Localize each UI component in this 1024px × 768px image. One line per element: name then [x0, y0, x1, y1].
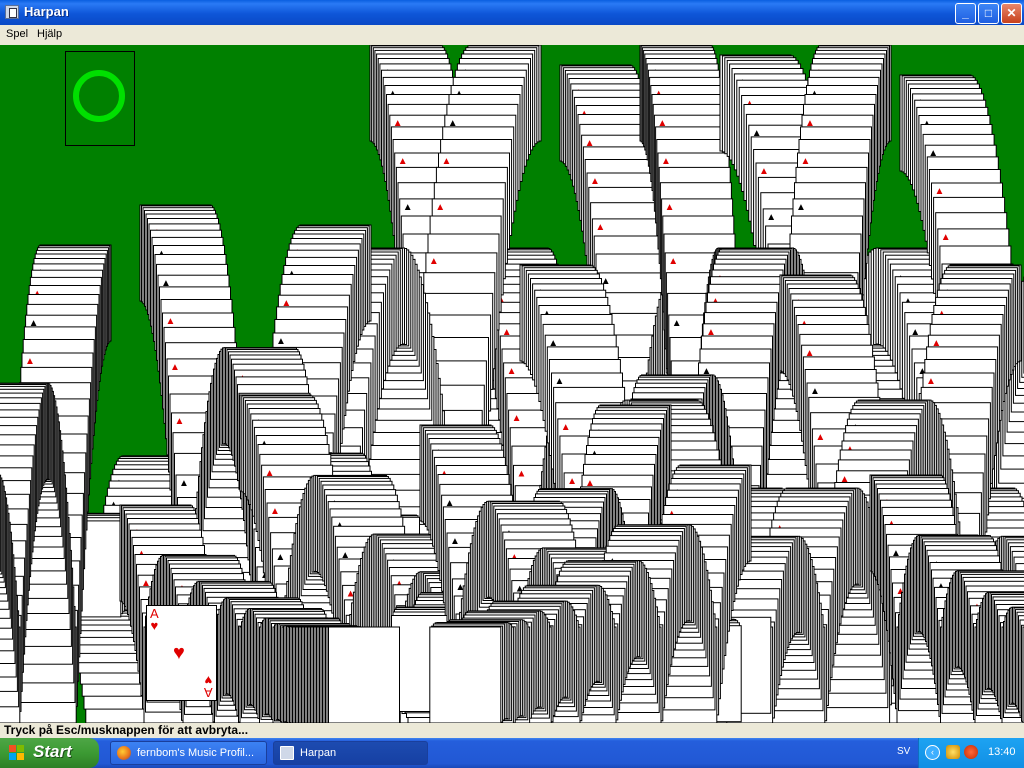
card-rank-bottom: A ♥: [204, 673, 213, 700]
svg-text:▲: ▲: [25, 356, 35, 367]
status-bar: Tryck på Esc/musknappen för att avbryta.…: [0, 723, 1024, 738]
svg-text:▲: ▲: [661, 156, 671, 167]
svg-text:▲: ▲: [665, 202, 675, 213]
firefox-icon: [117, 746, 131, 760]
taskbar-item-firefox[interactable]: fernbom's Music Profil...: [110, 741, 267, 765]
network-icon[interactable]: [946, 745, 960, 759]
security-icon[interactable]: [964, 745, 978, 759]
menu-hjalp[interactable]: Hjälp: [37, 28, 62, 40]
maximize-button[interactable]: □: [978, 3, 999, 24]
svg-text:▲: ▲: [398, 156, 408, 167]
menu-bar: Spel Hjälp: [0, 25, 1024, 45]
svg-text:▲: ▲: [759, 166, 769, 177]
heart-icon: ♥: [173, 642, 185, 664]
svg-text:▲: ▲: [512, 413, 522, 424]
minimize-button[interactable]: _: [955, 3, 976, 24]
taskbar-item-label: Harpan: [300, 747, 337, 759]
svg-text:▲: ▲: [796, 202, 806, 213]
svg-text:▲: ▲: [166, 316, 176, 327]
taskbar-item-label: fernbom's Music Profil...: [137, 747, 255, 759]
app-icon: [5, 5, 19, 19]
svg-text:▲: ▲: [507, 366, 517, 377]
svg-text:▲: ▲: [561, 422, 571, 433]
playing-card: A ♥ ♥ A ♥: [146, 605, 217, 701]
svg-text:▲: ▲: [567, 476, 577, 487]
system-tray: ‹ 13:40: [918, 738, 1024, 768]
close-button[interactable]: ✕: [1001, 3, 1022, 24]
stock-pile[interactable]: [65, 51, 135, 146]
svg-text:▲: ▲: [935, 186, 945, 197]
svg-text:▲: ▲: [450, 536, 460, 547]
window-titlebar[interactable]: Harpan _ □ ✕: [0, 0, 1024, 25]
svg-text:▲: ▲: [668, 256, 678, 267]
language-indicator[interactable]: SV: [897, 746, 910, 757]
windows-logo-icon: [9, 745, 25, 761]
svg-text:▲: ▲: [815, 432, 825, 443]
svg-text:▲: ▲: [926, 376, 936, 387]
game-area[interactable]: ▲ ▲ ▲ ▲ ▲ ▲ ▲ ▲ ▲ ▲ ▲ ▲ ▲ ▲ ▲ ▲ ▲ ▲ ▲ ▲ ▲ ▲ ▲ ▲ ▲ ▲ ▲ ▲ ▲ ▲ ▲ ▲ ▲ ▲ ▲ ▲ ▲ ▲ ▲ ▲…: [0, 45, 1024, 723]
taskbar: Start fernbom's Music Profil... Harpan S…: [0, 738, 1024, 768]
svg-text:▲: ▲: [175, 416, 185, 427]
svg-text:▲: ▲: [403, 202, 413, 213]
svg-text:▲: ▲: [276, 336, 286, 347]
svg-text:▲: ▲: [590, 176, 600, 187]
svg-text:▲: ▲: [442, 156, 452, 167]
svg-text:▲: ▲: [766, 212, 776, 223]
svg-text:▲: ▲: [270, 506, 280, 517]
clock: 13:40: [988, 746, 1016, 758]
start-button[interactable]: Start: [0, 738, 99, 768]
tray-expand-button[interactable]: ‹: [925, 745, 940, 760]
start-label: Start: [33, 742, 72, 761]
svg-text:▲: ▲: [801, 156, 811, 167]
card-rank-top: A ♥: [150, 606, 159, 633]
svg-text:▲: ▲: [555, 376, 565, 387]
svg-text:▲: ▲: [941, 232, 951, 243]
svg-text:▲: ▲: [275, 552, 285, 563]
svg-text:▲: ▲: [595, 222, 605, 233]
stock-empty-ring: [73, 70, 125, 122]
window-title: Harpan: [24, 4, 69, 19]
svg-text:▲: ▲: [810, 386, 820, 397]
harpan-icon: [280, 746, 294, 760]
menu-spel[interactable]: Spel: [6, 28, 28, 40]
svg-text:▲: ▲: [435, 202, 445, 213]
taskbar-item-harpan[interactable]: Harpan: [273, 741, 428, 765]
svg-text:▲: ▲: [179, 478, 189, 489]
svg-text:▲: ▲: [170, 362, 180, 373]
status-text: Tryck på Esc/musknappen för att avbryta.…: [4, 723, 249, 737]
svg-text:▲: ▲: [672, 318, 682, 329]
svg-text:▲: ▲: [429, 256, 439, 267]
svg-text:▲: ▲: [517, 468, 527, 479]
